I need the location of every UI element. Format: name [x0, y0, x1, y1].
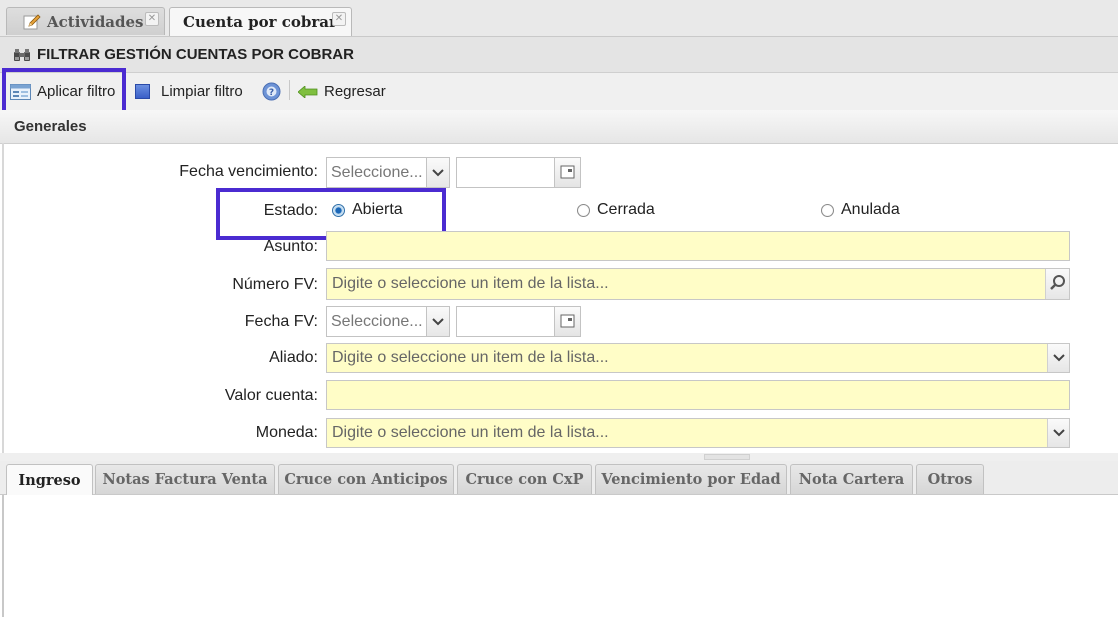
asunto-input[interactable]: [326, 231, 1070, 261]
help-icon: ?: [262, 82, 281, 101]
numero-fv-input[interactable]: Digite o seleccione un item de la lista.…: [326, 268, 1070, 300]
clear-filter-label: Limpiar filtro: [161, 83, 243, 100]
chevron-down-icon[interactable]: [426, 307, 449, 336]
tab-otros[interactable]: Otros: [916, 464, 984, 494]
close-icon[interactable]: ✕: [145, 12, 159, 26]
aliado-combobox[interactable]: Digite o seleccione un item de la lista.…: [326, 343, 1070, 373]
input-placeholder: Digite o seleccione un item de la lista.…: [332, 424, 609, 441]
select-value: Seleccione...: [331, 312, 423, 330]
input-placeholder: Digite o seleccione un item de la lista.…: [332, 275, 609, 292]
select-value: Seleccione...: [331, 163, 423, 181]
radio-label: Anulada: [841, 201, 900, 218]
panel-splitter[interactable]: [0, 453, 1118, 468]
tab-nota-cartera[interactable]: Nota Cartera: [790, 464, 913, 494]
help-button[interactable]: ?: [262, 73, 281, 110]
detail-tab-strip: Ingreso Notas Factura Venta Cruce con An…: [0, 461, 1118, 495]
numero-fv-label: Número FV:: [232, 276, 318, 293]
radio-button-icon: [577, 203, 590, 217]
valor-cuenta-input[interactable]: [326, 380, 1070, 410]
panel-border: [2, 143, 4, 453]
clear-filter-button[interactable]: Limpiar filtro: [135, 73, 243, 110]
fecha-fv-date[interactable]: [456, 306, 581, 337]
calendar-icon[interactable]: [554, 307, 580, 336]
valor-cuenta-label: Valor cuenta:: [224, 387, 318, 404]
pencil-icon: [23, 13, 41, 29]
moneda-combobox[interactable]: Digite o seleccione un item de la lista.…: [326, 418, 1070, 448]
binoculars-icon: [14, 48, 30, 61]
fecha-vencimiento-label: Fecha vencimiento:: [179, 163, 318, 180]
asunto-label: Asunto:: [263, 238, 318, 255]
calendar-icon[interactable]: [554, 158, 580, 187]
toolbar-separator: [289, 80, 290, 100]
close-icon[interactable]: ✕: [332, 12, 346, 26]
fecha-vencimiento-select[interactable]: Seleccione...: [326, 157, 450, 188]
document-tab-strip: Actividades ✕ Cuenta por cobrar ✕: [0, 0, 1118, 37]
tab-label: Cuenta por cobrar: [183, 13, 337, 31]
tab-cuenta-por-cobrar[interactable]: Cuenta por cobrar ✕: [169, 7, 352, 36]
tab-cruce-cxp[interactable]: Cruce con CxP: [457, 464, 592, 494]
clear-icon: [135, 84, 150, 99]
chevron-down-icon[interactable]: [1047, 419, 1069, 447]
input-placeholder: Digite o seleccione un item de la lista.…: [332, 349, 609, 366]
tab-label: Actividades: [47, 12, 144, 31]
back-button[interactable]: Regresar: [298, 73, 386, 110]
section-label: Generales: [14, 118, 87, 135]
chevron-down-icon[interactable]: [426, 158, 449, 187]
fecha-vencimiento-date[interactable]: [456, 157, 581, 188]
page-title-bar: FILTRAR GESTIÓN CUENTAS POR COBRAR: [0, 37, 1118, 73]
back-label: Regresar: [324, 83, 386, 100]
page-title: FILTRAR GESTIÓN CUENTAS POR COBRAR: [37, 46, 354, 63]
radio-cerrada[interactable]: Cerrada: [577, 201, 655, 219]
moneda-label: Moneda:: [255, 424, 318, 441]
highlight-box-apply-filter: [2, 68, 126, 116]
search-icon[interactable]: [1045, 269, 1069, 299]
fecha-fv-label: Fecha FV:: [244, 313, 318, 330]
collapse-handle[interactable]: [704, 454, 750, 468]
tab-actividades[interactable]: Actividades ✕: [6, 7, 165, 35]
toolbar: Aplicar filtro Limpiar filtro ? Regresar: [0, 73, 1118, 111]
detail-panel: [2, 495, 1118, 617]
radio-button-icon: [821, 203, 834, 217]
radio-anulada[interactable]: Anulada: [821, 201, 900, 219]
tab-notas-factura-venta[interactable]: Notas Factura Venta: [95, 464, 275, 494]
chevron-down-icon[interactable]: [1047, 344, 1069, 372]
tab-vencimiento-por-edad[interactable]: Vencimiento por Edad: [595, 464, 787, 494]
svg-text:?: ?: [269, 88, 274, 98]
section-header-generales: Generales: [0, 110, 1118, 144]
arrow-left-icon: [298, 85, 318, 98]
aliado-label: Aliado:: [269, 349, 318, 366]
radio-label: Cerrada: [597, 201, 655, 218]
tab-cruce-anticipos[interactable]: Cruce con Anticipos: [278, 464, 454, 494]
fecha-fv-select[interactable]: Seleccione...: [326, 306, 450, 337]
tab-ingreso[interactable]: Ingreso: [6, 464, 93, 495]
